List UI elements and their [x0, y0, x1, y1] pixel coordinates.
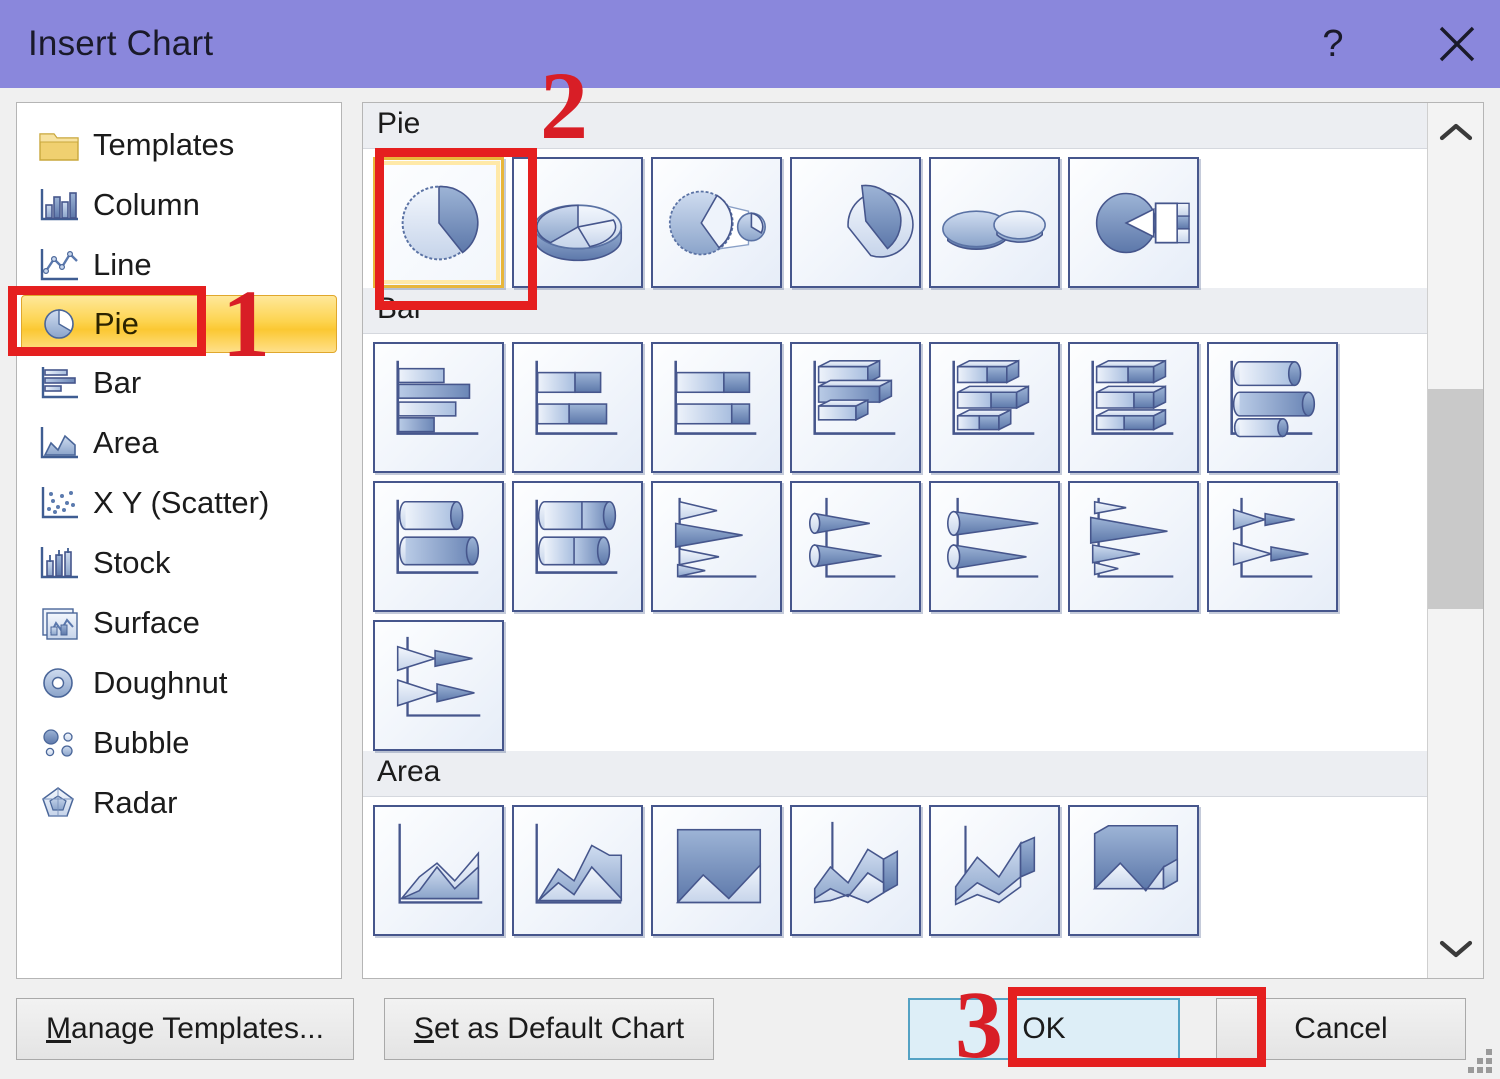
- sidebar-item-label: Templates: [93, 127, 235, 162]
- area-2d-icon[interactable]: [373, 805, 504, 936]
- pie-3d-icon[interactable]: [512, 157, 643, 288]
- exploded-pie-3d-icon[interactable]: [929, 157, 1060, 288]
- sidebar-item-bubble[interactable]: Bubble: [17, 713, 341, 773]
- gallery-group-header: Pie: [363, 103, 1427, 149]
- stacked-cone-bar-icon[interactable]: [790, 481, 921, 612]
- help-icon[interactable]: ?: [1290, 0, 1376, 88]
- 100-stacked-pyramid-bar-icon[interactable]: [373, 620, 504, 751]
- sidebar-item-doughnut[interactable]: Doughnut: [17, 653, 341, 713]
- gallery-thumbnail-row: [363, 612, 1427, 751]
- horizontal-cylinder-icon[interactable]: [1207, 342, 1338, 473]
- cancel-button[interactable]: Cancel: [1216, 998, 1466, 1060]
- sidebar-item-radar[interactable]: Radar: [17, 773, 341, 833]
- sidebar-item-label: Bar: [93, 365, 142, 400]
- clustered-bar-icon[interactable]: [373, 342, 504, 473]
- scroll-up-icon[interactable]: [1428, 103, 1483, 161]
- gallery-thumbnail-row: [363, 473, 1427, 612]
- sidebar-item-label: Bubble: [93, 725, 190, 760]
- chart-gallery-panel: Pie Bar Area: [362, 102, 1484, 979]
- stacked-bar-3d-icon[interactable]: [929, 342, 1060, 473]
- bubble-chart-icon: [33, 721, 85, 765]
- pie-2d-icon[interactable]: [373, 157, 504, 288]
- set-default-accel: S: [413, 1012, 434, 1045]
- sidebar-item-templates[interactable]: Templates: [17, 115, 341, 175]
- sidebar-item-label: Surface: [93, 605, 200, 640]
- surface-chart-icon: [33, 601, 85, 645]
- scrollbar-thumb[interactable]: [1428, 388, 1483, 609]
- gallery-thumbnail-row: [363, 149, 1427, 288]
- clustered-cone-bar-icon[interactable]: [651, 481, 782, 612]
- scrollbar-track[interactable]: [1428, 161, 1483, 920]
- sidebar-item-label: Stock: [93, 545, 171, 580]
- manage-templates-accel: M: [46, 1012, 72, 1045]
- sidebar-item-x-y-scatter[interactable]: X Y (Scatter): [17, 473, 341, 533]
- ok-button[interactable]: OK: [908, 998, 1180, 1060]
- close-icon[interactable]: [1414, 0, 1500, 88]
- folder-icon: [33, 123, 85, 167]
- pie-of-pie-icon[interactable]: [651, 157, 782, 288]
- clustered-cylinder-bar-icon[interactable]: [373, 481, 504, 612]
- sidebar-item-label: Radar: [93, 785, 178, 820]
- sidebar-item-label: Column: [93, 187, 200, 222]
- dialog-body: Templates Column Line Pie Bar Area X Y (S…: [0, 88, 1500, 979]
- title-bar-buttons: ?: [1290, 0, 1500, 88]
- sidebar-item-label: Pie: [94, 306, 139, 341]
- clustered-bar-3d-icon[interactable]: [790, 342, 921, 473]
- sidebar-item-line[interactable]: Line: [17, 235, 341, 295]
- 100-stacked-area-3d-icon[interactable]: [1068, 805, 1199, 936]
- bar-chart-icon: [33, 361, 85, 405]
- gallery-group-header: Area: [363, 751, 1427, 797]
- dialog-title-bar: Insert Chart ?: [0, 0, 1500, 88]
- stacked-bar-icon[interactable]: [512, 342, 643, 473]
- dialog-title: Insert Chart: [28, 24, 214, 63]
- doughnut-chart-icon: [33, 661, 85, 705]
- scroll-down-icon[interactable]: [1428, 920, 1483, 978]
- stacked-area-3d-icon[interactable]: [929, 805, 1060, 936]
- manage-templates-label: anage Templates...: [71, 1012, 324, 1045]
- sidebar-item-area[interactable]: Area: [17, 413, 341, 473]
- 100-stacked-bar-3d-icon[interactable]: [1068, 342, 1199, 473]
- insert-chart-dialog: Insert Chart ? Templates Column Line Pie …: [0, 0, 1500, 1079]
- chart-gallery-list[interactable]: Pie Bar Area: [363, 103, 1427, 978]
- stacked-pyramid-bar-icon[interactable]: [1207, 481, 1338, 612]
- pie-chart-icon: [34, 302, 86, 346]
- stock-chart-icon: [33, 541, 85, 585]
- set-as-default-chart-button[interactable]: Set as Default Chart: [384, 998, 714, 1060]
- 100-stacked-cone-bar-icon[interactable]: [929, 481, 1060, 612]
- stacked-cylinder-bar-icon[interactable]: [512, 481, 643, 612]
- sidebar-item-pie[interactable]: Pie: [21, 295, 337, 353]
- exploded-pie-icon[interactable]: [790, 157, 921, 288]
- gallery-thumbnail-row: [363, 334, 1427, 473]
- gallery-thumbnail-row: [363, 797, 1427, 936]
- area-3d-icon[interactable]: [790, 805, 921, 936]
- sidebar-item-column[interactable]: Column: [17, 175, 341, 235]
- sidebar-item-label: Doughnut: [93, 665, 228, 700]
- 100-stacked-bar-icon[interactable]: [651, 342, 782, 473]
- sidebar-item-bar[interactable]: Bar: [17, 353, 341, 413]
- sidebar-item-stock[interactable]: Stock: [17, 533, 341, 593]
- gallery-group-header: Bar: [363, 288, 1427, 334]
- bar-of-pie-icon[interactable]: [1068, 157, 1199, 288]
- sidebar-item-surface[interactable]: Surface: [17, 593, 341, 653]
- sidebar-item-label: X Y (Scatter): [93, 485, 270, 520]
- 100-stacked-area-icon[interactable]: [651, 805, 782, 936]
- gallery-scrollbar[interactable]: [1427, 103, 1483, 978]
- clustered-pyramid-bar-icon[interactable]: [1068, 481, 1199, 612]
- stacked-area-icon[interactable]: [512, 805, 643, 936]
- radar-chart-icon: [33, 781, 85, 825]
- chart-type-sidebar[interactable]: Templates Column Line Pie Bar Area X Y (S…: [16, 102, 342, 979]
- set-default-label: et as Default Chart: [433, 1012, 685, 1045]
- sidebar-item-label: Area: [93, 425, 159, 460]
- scatter-chart-icon: [33, 481, 85, 525]
- area-chart-icon: [33, 421, 85, 465]
- column-chart-icon: [33, 183, 85, 227]
- line-chart-icon: [33, 243, 85, 287]
- dialog-footer: Manage Templates... Set as Default Chart…: [0, 979, 1500, 1079]
- resize-grip[interactable]: [1466, 1047, 1492, 1073]
- sidebar-item-label: Line: [93, 247, 152, 282]
- manage-templates-button[interactable]: Manage Templates...: [16, 998, 354, 1060]
